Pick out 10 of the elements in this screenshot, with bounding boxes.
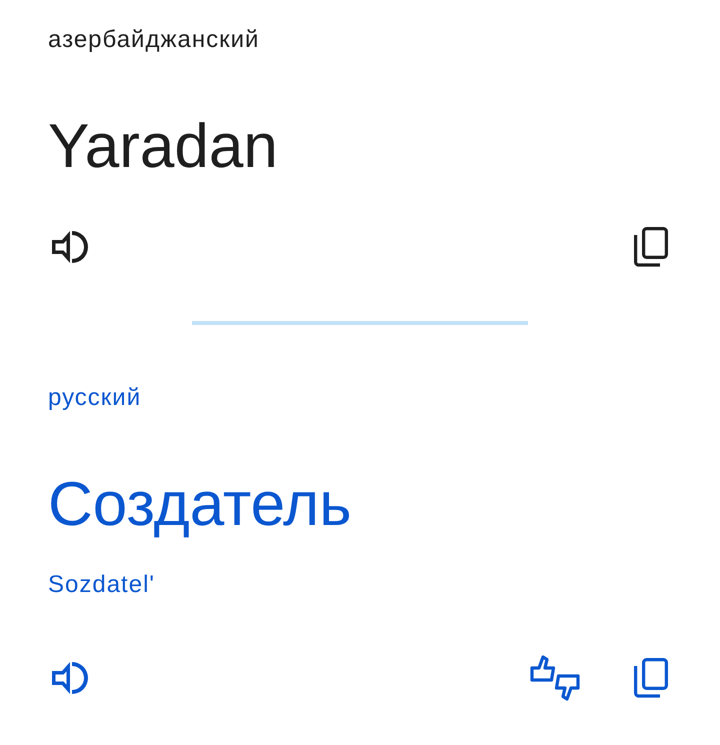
transliteration-text: Sozdatel' bbox=[48, 571, 155, 599]
speaker-icon bbox=[52, 229, 88, 265]
source-text: Yaradan bbox=[48, 111, 278, 183]
source-language-label: азербайджанский bbox=[48, 26, 260, 54]
copy-icon bbox=[634, 227, 668, 267]
translated-text: Создатель bbox=[48, 469, 352, 541]
copy-icon bbox=[634, 658, 668, 698]
target-language-label: русский bbox=[48, 384, 142, 412]
thumbs-up-down-icon bbox=[530, 654, 580, 702]
speaker-icon bbox=[52, 660, 88, 696]
